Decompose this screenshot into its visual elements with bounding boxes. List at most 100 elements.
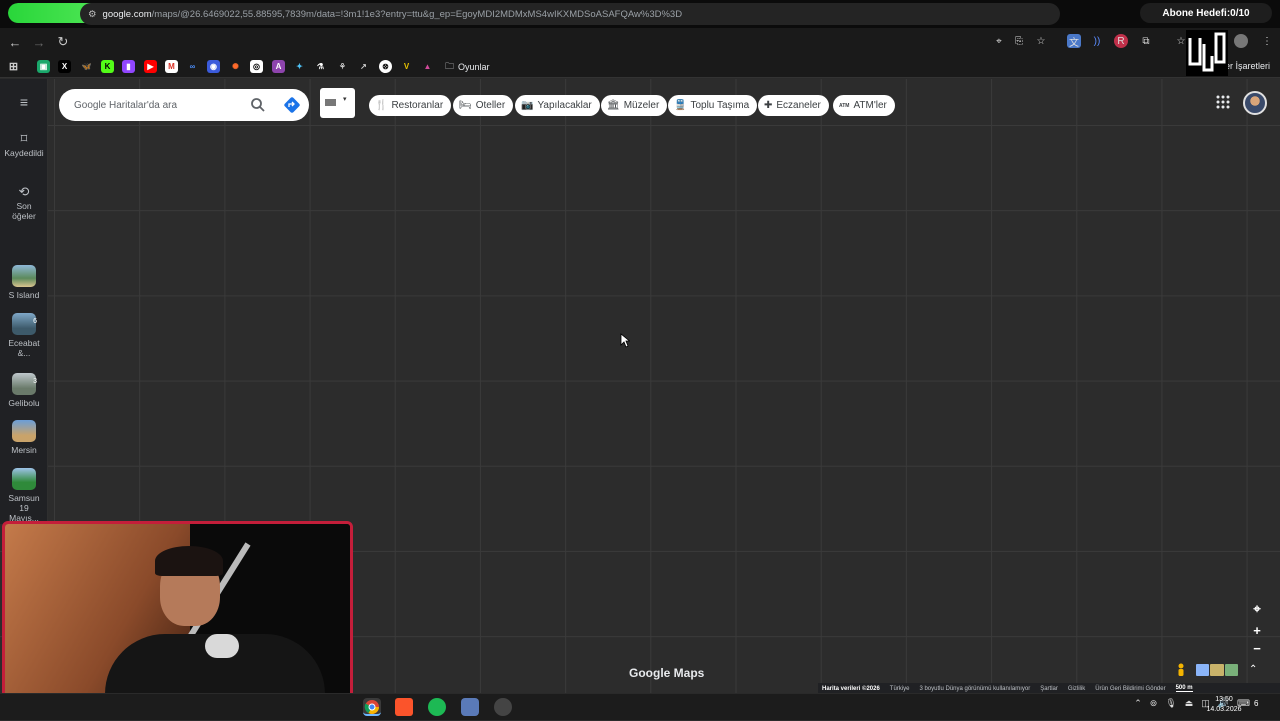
place-thumbnail xyxy=(12,420,36,442)
bookmark-kick-icon[interactable]: ▣ xyxy=(37,60,50,73)
my-location-icon[interactable]: ⌖ xyxy=(1247,600,1267,618)
bookmark-k-icon[interactable]: K xyxy=(101,60,114,73)
account-avatar[interactable] xyxy=(1243,91,1267,115)
apps-grid-icon[interactable]: ⊞ xyxy=(7,60,20,73)
place-thumbnail xyxy=(12,265,36,287)
layer-thumbnail-icon[interactable] xyxy=(1196,664,1210,676)
chip-hotels[interactable]: 🛏 Oteller xyxy=(453,95,514,116)
chip-label: Eczaneler xyxy=(776,100,821,111)
bookmark-link-icon[interactable]: ⚘ xyxy=(336,60,349,73)
clock-date: 14.03.2026 xyxy=(1206,706,1242,713)
map-layers-thumbnails[interactable] xyxy=(1196,664,1238,676)
country-link[interactable]: Türkiye xyxy=(890,686,910,692)
reload-icon[interactable]: ↻ xyxy=(51,30,75,54)
search-box[interactable]: Google Haritalar'da ara xyxy=(59,89,309,121)
bookmarks-bar: ⊞ ▣ X 🦋 K ▮ ▶ M ∞ ◉ ✺ ◎ A ✦ ⚗ ⚘ ↗ ⊗ V ▲ … xyxy=(0,56,1280,78)
site-info-icon[interactable]: ⚙ xyxy=(88,9,97,20)
mic-icon[interactable]: 🎙 xyxy=(1165,698,1176,709)
chip-museums[interactable]: 🏛 Müzeler xyxy=(601,95,668,116)
chip-pharmacies[interactable]: ✚ Eczaneler xyxy=(758,95,829,116)
chip-things-to-do[interactable]: 📷 Yapılacaklar xyxy=(515,95,600,116)
layer-thumbnail-icon[interactable] xyxy=(1210,664,1224,676)
history-icon: ⟲ xyxy=(18,184,30,199)
bookmark-bluesky-icon[interactable]: 🦋 xyxy=(80,60,93,73)
audio-extension-icon[interactable]: )) xyxy=(1090,34,1104,48)
map-data-attribution: Harita verileri ©2026 xyxy=(822,685,880,692)
recent-place-item[interactable]: Mersin xyxy=(0,420,48,455)
bookmark-v-icon[interactable]: V xyxy=(400,60,413,73)
obs-taskbar-icon[interactable] xyxy=(494,698,512,716)
fork-knife-icon: 🍴 xyxy=(375,100,388,111)
translate-extension-icon[interactable]: 文 xyxy=(1067,34,1081,49)
directions-icon[interactable] xyxy=(283,96,301,114)
terms-link[interactable]: Şartlar xyxy=(1040,686,1058,692)
museum-icon: 🏛 xyxy=(607,100,620,111)
profile-icon[interactable] xyxy=(1234,34,1248,48)
taskbar-clock[interactable]: 13:50 14.03.2026 xyxy=(1196,695,1252,715)
address-row: ← → ↻ xyxy=(0,28,1280,56)
chip-atms[interactable]: ATM ATM'ler xyxy=(833,95,895,116)
chip-label: Müzeler xyxy=(623,100,660,111)
hamburger-menu-icon[interactable]: ≡ xyxy=(0,95,48,109)
bookmark-arrow-icon[interactable]: ↗ xyxy=(357,60,370,73)
usb-icon[interactable]: ⏏ xyxy=(1185,698,1194,709)
menu-dots-icon[interactable]: ⋮ xyxy=(1260,34,1274,48)
bookmark-twitch-icon[interactable]: ▮ xyxy=(122,60,135,73)
chevron-up-icon[interactable]: ⌃ xyxy=(1249,664,1257,675)
chrome-taskbar-icon[interactable] xyxy=(363,698,381,716)
recent-place-item[interactable]: S Island xyxy=(0,265,48,300)
bookmark-meta-icon[interactable]: ∞ xyxy=(186,60,199,73)
location-icon[interactable]: ⌖ xyxy=(992,34,1006,48)
brave-taskbar-icon[interactable] xyxy=(395,698,413,716)
mouse-cursor-icon xyxy=(620,333,630,348)
recent-place-item[interactable]: 3 Gelibolu xyxy=(0,373,48,408)
bookmark-circle-icon[interactable]: ⊗ xyxy=(379,60,392,73)
bookmark-star-icon[interactable]: ☆ xyxy=(1034,34,1048,48)
scale-bar[interactable]: 500 m xyxy=(1175,685,1193,692)
layer-toggle-button[interactable]: ▾ xyxy=(320,88,355,118)
extensions-icon[interactable]: ⧉ xyxy=(1139,34,1153,48)
chevron-down-icon[interactable]: ▾ xyxy=(343,95,347,103)
search-input[interactable]: Google Haritalar'da ara xyxy=(74,100,177,111)
record-extension-icon[interactable]: R xyxy=(1114,34,1128,48)
recent-place-item[interactable]: Samsun 19 Mayıs... xyxy=(0,468,48,523)
forward-icon[interactable]: → xyxy=(27,30,51,54)
bookmark-discord-icon[interactable]: ◉ xyxy=(207,60,220,73)
zoom-in-button[interactable]: + xyxy=(1247,621,1267,639)
layer-thumbnail-icon[interactable] xyxy=(1224,664,1238,676)
chevron-up-icon[interactable]: ⌃ xyxy=(1134,698,1142,709)
pegman-icon[interactable] xyxy=(1176,663,1186,677)
bookmark-a-icon[interactable]: A xyxy=(272,60,285,73)
feedback-link[interactable]: Ürün Geri Bildirimi Gönder xyxy=(1095,686,1165,692)
chip-transit[interactable]: 🚆 Toplu Taşıma xyxy=(668,95,758,116)
place-count-badge: 6 xyxy=(33,318,37,325)
bookmark-gemini-icon[interactable]: ✦ xyxy=(293,60,306,73)
place-thumbnail: 6 xyxy=(12,313,37,335)
spotify-taskbar-icon[interactable] xyxy=(428,698,446,716)
bookmark-claude-icon[interactable]: ✺ xyxy=(229,60,242,73)
zoom-out-button[interactable]: − xyxy=(1247,639,1267,657)
search-icon[interactable] xyxy=(250,97,266,113)
google-apps-icon[interactable] xyxy=(1216,95,1230,109)
network-icon[interactable]: ⊚ xyxy=(1150,698,1158,709)
saved-button[interactable]: ⌑ Kaydedildi xyxy=(0,132,48,158)
recent-label: Son öğeler xyxy=(12,201,36,221)
bookmark-youtube-icon[interactable]: ▶ xyxy=(144,60,157,73)
recent-place-item[interactable]: 6 Eceabat &... xyxy=(0,313,48,358)
bookmark-triangle-icon[interactable]: ▲ xyxy=(421,60,434,73)
maps-left-rail: ≡ ⌑ Kaydedildi ⟲ Son öğeler S Island 6 E… xyxy=(0,79,48,524)
address-bar[interactable]: ⚙ google.com /maps/@26.6469022,55.88595,… xyxy=(80,3,1060,25)
bookmark-chatgpt-icon[interactable]: ◎ xyxy=(250,60,263,73)
bookmark-flask-icon[interactable]: ⚗ xyxy=(314,60,327,73)
files-taskbar-icon[interactable] xyxy=(461,698,479,716)
chip-restaurants[interactable]: 🍴 Restoranlar xyxy=(369,95,452,116)
bookmark-gmail-icon[interactable]: M xyxy=(165,60,178,73)
privacy-link[interactable]: Gizlilik xyxy=(1068,686,1085,692)
back-icon[interactable]: ← xyxy=(3,30,27,54)
notification-icon[interactable]: 6 xyxy=(1254,699,1268,713)
bookmark-folder-games[interactable]: 🗀 Oyunlar xyxy=(445,59,490,75)
bookmark-x-icon[interactable]: X xyxy=(58,60,71,73)
saved-label: Kaydedildi xyxy=(4,148,44,158)
install-icon[interactable]: ⎘ xyxy=(1012,34,1026,48)
recent-button[interactable]: ⟲ Son öğeler xyxy=(0,184,48,221)
